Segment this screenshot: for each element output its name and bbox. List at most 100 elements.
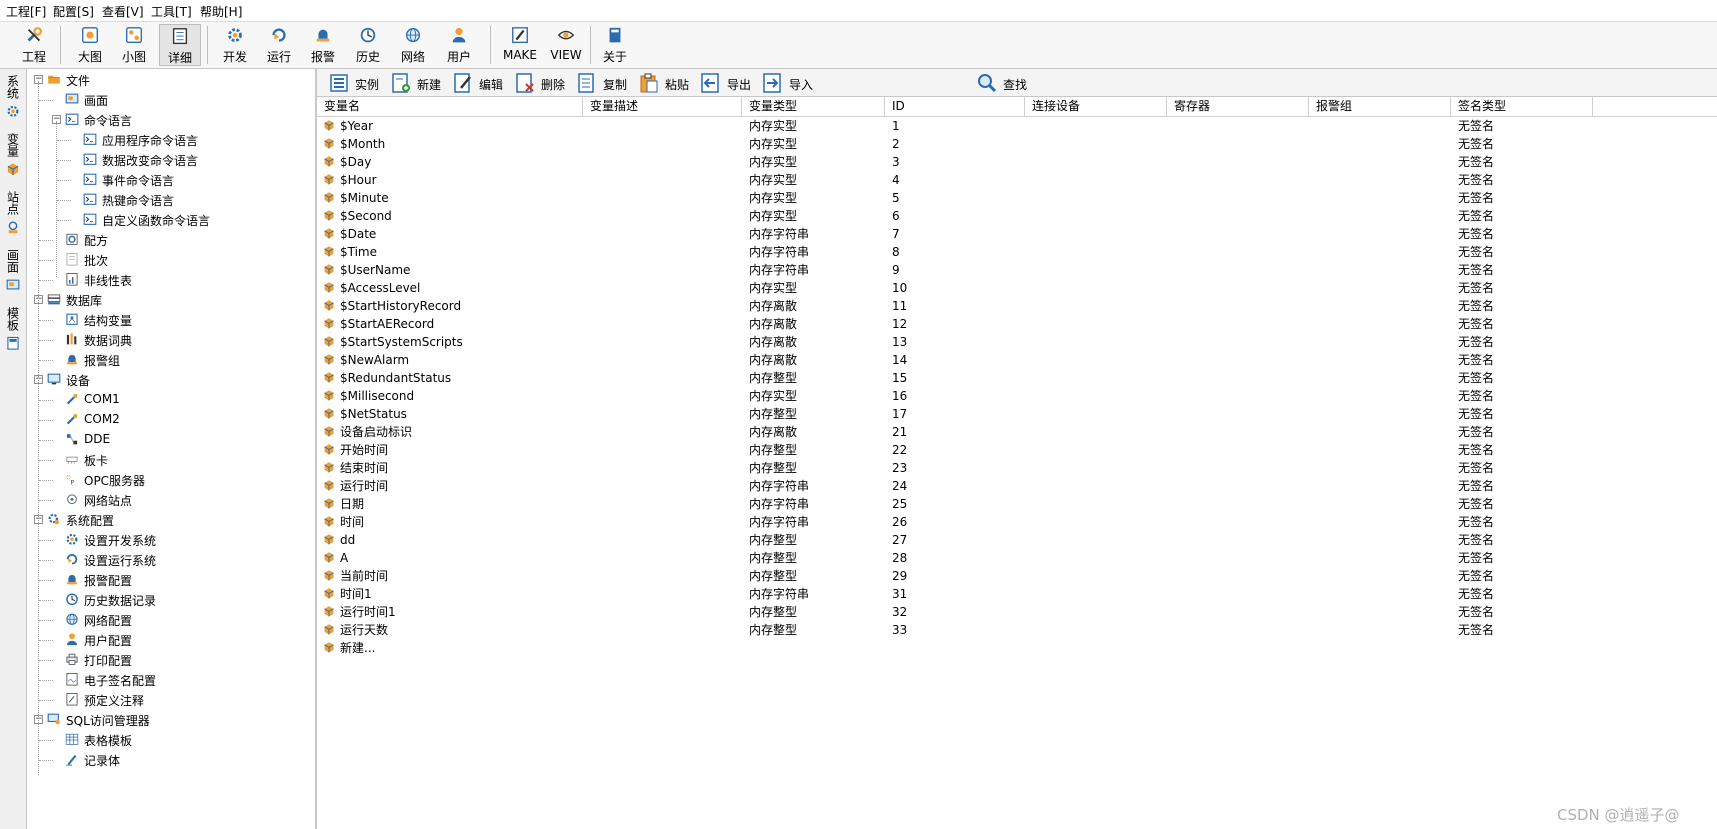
- toolbar-project-button[interactable]: 工程: [14, 24, 54, 66]
- tree-item[interactable]: 报警组: [27, 351, 312, 369]
- toolbar-about-button[interactable]: 关于: [593, 24, 637, 66]
- table-row[interactable]: $Year 内存实型 1 无签名: [317, 117, 1717, 135]
- export-button[interactable]: 导出: [701, 72, 759, 94]
- tree-item[interactable]: 历史数据记录: [27, 591, 312, 609]
- menu-config[interactable]: 配置[S]: [53, 3, 94, 20]
- table-row[interactable]: 结束时间 内存整型 23 无签名: [317, 459, 1717, 477]
- tree-item[interactable]: 用户配置: [27, 631, 312, 649]
- table-row[interactable]: $StartSystemScripts 内存离散 13 无签名: [317, 333, 1717, 351]
- vtab-station[interactable]: 站点: [3, 191, 23, 238]
- tree-item[interactable]: 事件命令语言: [27, 171, 312, 189]
- copy-button[interactable]: 复制: [577, 72, 635, 94]
- table-row[interactable]: $UserName 内存字符串 9 无签名: [317, 261, 1717, 279]
- new-variable-row[interactable]: 新建...: [317, 639, 1717, 657]
- tree-item[interactable]: 打印配置: [27, 651, 312, 669]
- tree-item[interactable]: 网络配置: [27, 611, 312, 629]
- tree-item[interactable]: 记录体: [27, 751, 312, 769]
- table-row[interactable]: 时间1 内存字符串 31 无签名: [317, 585, 1717, 603]
- delete-button[interactable]: 删除: [515, 72, 573, 94]
- toolbar-view-button[interactable]: VIEW: [543, 24, 589, 66]
- column-header[interactable]: 变量类型: [742, 97, 885, 116]
- toolbar-small-icon-button[interactable]: 小图: [112, 24, 156, 66]
- table-row[interactable]: 设备启动标识 内存离散 21 无签名: [317, 423, 1717, 441]
- table-row[interactable]: $Month 内存实型 2 无签名: [317, 135, 1717, 153]
- table-row[interactable]: $Date 内存字符串 7 无签名: [317, 225, 1717, 243]
- table-row[interactable]: $NetStatus 内存整型 17 无签名: [317, 405, 1717, 423]
- tree-item[interactable]: 表格模板: [27, 731, 312, 749]
- toolbar-develop-button[interactable]: 开发: [213, 24, 257, 66]
- tree-item[interactable]: 报警配置: [27, 571, 312, 589]
- vtab-screen[interactable]: 画面: [3, 249, 23, 296]
- tree-item[interactable]: 结构变量: [27, 311, 312, 329]
- paste-button[interactable]: 粘贴: [639, 72, 697, 94]
- tree-item[interactable]: COM1: [27, 391, 312, 409]
- table-row[interactable]: 当前时间 内存整型 29 无签名: [317, 567, 1717, 585]
- column-header[interactable]: ID: [885, 97, 1025, 116]
- tree-item[interactable]: O P OPC服务器: [27, 471, 312, 489]
- table-row[interactable]: $Time 内存字符串 8 无签名: [317, 243, 1717, 261]
- table-row[interactable]: $Minute 内存实型 5 无签名: [317, 189, 1717, 207]
- tree-item[interactable]: COM2: [27, 411, 312, 429]
- table-row[interactable]: 开始时间 内存整型 22 无签名: [317, 441, 1717, 459]
- table-row[interactable]: $Day 内存实型 3 无签名: [317, 153, 1717, 171]
- tree-item[interactable]: 画面: [27, 91, 312, 109]
- tree-item[interactable]: 数据词典: [27, 331, 312, 349]
- table-row[interactable]: 日期 内存字符串 25 无签名: [317, 495, 1717, 513]
- table-row[interactable]: $Hour 内存实型 4 无签名: [317, 171, 1717, 189]
- tree-item[interactable]: DDE: [27, 431, 312, 449]
- table-row[interactable]: $Second 内存实型 6 无签名: [317, 207, 1717, 225]
- table-row[interactable]: $AccessLevel 内存实型 10 无签名: [317, 279, 1717, 297]
- vtab-template[interactable]: 模板: [3, 307, 23, 354]
- tree-item[interactable]: 自定义函数命令语言: [27, 211, 312, 229]
- table-row[interactable]: $NewAlarm 内存离散 14 无签名: [317, 351, 1717, 369]
- toolbar-user-button[interactable]: 用户: [437, 24, 481, 66]
- toolbar-network-button[interactable]: 网络: [391, 24, 435, 66]
- tree-item[interactable]: − 数据库: [27, 291, 312, 309]
- menu-view[interactable]: 查看[V]: [102, 3, 144, 20]
- tree-item[interactable]: − 设备: [27, 371, 312, 389]
- tree-item[interactable]: 应用程序命令语言: [27, 131, 312, 149]
- toolbar-alarm-button[interactable]: 报警: [301, 24, 345, 66]
- tree-item[interactable]: 设置运行系统: [27, 551, 312, 569]
- toolbar-detail-button[interactable]: 详细: [159, 24, 201, 66]
- vtab-variable[interactable]: 变量: [3, 133, 23, 180]
- new-button[interactable]: 新建: [391, 72, 449, 94]
- column-header[interactable]: 变量名: [317, 97, 583, 116]
- vtab-system[interactable]: 系统: [3, 75, 23, 122]
- column-header[interactable]: 签名类型: [1451, 97, 1593, 116]
- tree-item[interactable]: 设置开发系统: [27, 531, 312, 549]
- tree-item[interactable]: − 文件: [27, 71, 312, 89]
- search-button[interactable]: 查找: [977, 72, 1037, 94]
- tree-item[interactable]: 板卡: [27, 451, 312, 469]
- table-row[interactable]: 运行时间1 内存整型 32 无签名: [317, 603, 1717, 621]
- tree-item[interactable]: 批次: [27, 251, 312, 269]
- column-header[interactable]: 寄存器: [1167, 97, 1309, 116]
- tree-item[interactable]: 数据改变命令语言: [27, 151, 312, 169]
- tree-item[interactable]: 电子签名配置: [27, 671, 312, 689]
- table-row[interactable]: 运行天数 内存整型 33 无签名: [317, 621, 1717, 639]
- toolbar-history-button[interactable]: 历史: [346, 24, 390, 66]
- table-row[interactable]: $Millisecond 内存实型 16 无签名: [317, 387, 1717, 405]
- tree-item[interactable]: 非线性表: [27, 271, 312, 289]
- tree-item[interactable]: 预定义注释: [27, 691, 312, 709]
- table-row[interactable]: dd 内存整型 27 无签名: [317, 531, 1717, 549]
- menu-help[interactable]: 帮助[H]: [200, 3, 242, 20]
- search-input[interactable]: [825, 73, 977, 93]
- tree-item[interactable]: − SQL访问管理器: [27, 711, 312, 729]
- table-row[interactable]: 运行时间 内存字符串 24 无签名: [317, 477, 1717, 495]
- column-header[interactable]: 报警组: [1309, 97, 1451, 116]
- toolbar-make-button[interactable]: MAKE: [495, 24, 545, 66]
- edit-button[interactable]: 编辑: [453, 72, 511, 94]
- table-row[interactable]: $StartHistoryRecord 内存离散 11 无签名: [317, 297, 1717, 315]
- table-row[interactable]: 时间 内存字符串 26 无签名: [317, 513, 1717, 531]
- tree-item[interactable]: 配方: [27, 231, 312, 249]
- toolbar-run-button[interactable]: 运行: [257, 24, 301, 66]
- toolbar-large-icon-button[interactable]: 大图: [68, 24, 112, 66]
- column-header[interactable]: 连接设备: [1025, 97, 1167, 116]
- instance-button[interactable]: 实例: [329, 72, 387, 94]
- column-header[interactable]: 变量描述: [583, 97, 742, 116]
- tree-item[interactable]: − 系统配置: [27, 511, 312, 529]
- import-button[interactable]: 导入: [763, 72, 821, 94]
- table-row[interactable]: $StartAERecord 内存离散 12 无签名: [317, 315, 1717, 333]
- table-row[interactable]: $RedundantStatus 内存整型 15 无签名: [317, 369, 1717, 387]
